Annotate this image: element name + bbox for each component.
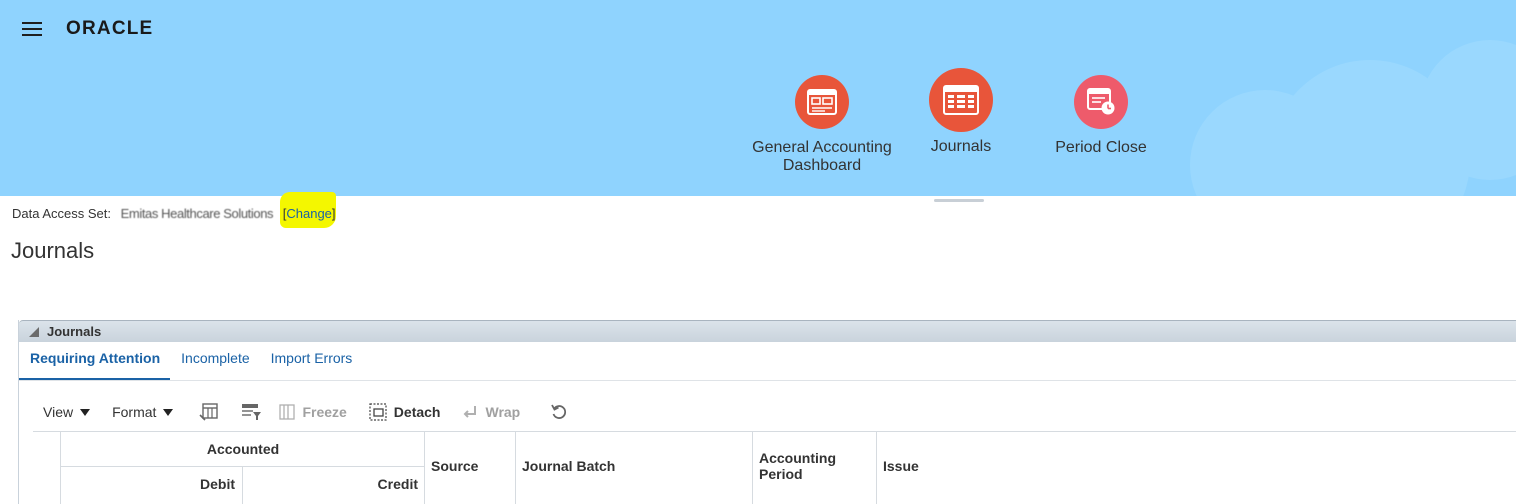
column-header-debit[interactable]: Debit xyxy=(61,476,235,492)
journals-table-header: Accounted Debit Credit Source Journal Ba… xyxy=(33,431,1516,504)
column-chooser-icon[interactable] xyxy=(199,403,219,421)
page-title: Journals xyxy=(11,238,95,263)
refresh-icon[interactable] xyxy=(550,403,568,421)
nav-period-close[interactable]: Period Close xyxy=(1016,75,1186,157)
tab-incomplete[interactable]: Incomplete xyxy=(170,342,259,380)
column-header-credit[interactable]: Credit xyxy=(243,476,418,492)
panel-tabs: Requiring Attention Incomplete Import Er… xyxy=(19,342,1516,381)
change-text: [Change] xyxy=(282,206,336,221)
collapse-triangle-icon[interactable] xyxy=(29,326,39,337)
change-link[interactable]: Change xyxy=(286,206,332,221)
wrap-icon xyxy=(464,406,477,418)
panel-header: Journals xyxy=(19,320,1516,342)
detach-button[interactable]: Detach xyxy=(369,403,440,421)
hamburger-menu-icon[interactable] xyxy=(22,21,42,37)
tab-requiring-attention[interactable]: Requiring Attention xyxy=(19,342,171,380)
table-toolbar: View Format Freeze Detach Wrap xyxy=(43,400,590,424)
panel-title: Journals xyxy=(47,324,102,339)
period-close-icon xyxy=(1074,75,1128,129)
detach-icon xyxy=(369,403,387,421)
oracle-logo: ORACLE xyxy=(66,18,154,39)
column-header-accounted[interactable]: Accounted xyxy=(61,441,425,457)
carousel-indicator[interactable] xyxy=(934,199,984,202)
tab-import-errors[interactable]: Import Errors xyxy=(260,342,363,380)
journals-panel: Journals Requiring Attention Incomplete … xyxy=(18,320,1516,504)
accounting-period-column[interactable]: Accounting Period xyxy=(753,432,877,504)
query-by-example-icon[interactable] xyxy=(241,403,263,421)
nav-label: Period Close xyxy=(1055,139,1147,156)
freeze-button[interactable]: Freeze xyxy=(279,404,347,420)
data-access-label: Data Access Set: xyxy=(12,206,111,221)
data-access-value: Emitas Healthcare Solutions xyxy=(120,206,274,221)
accounted-column-group: Accounted Debit Credit xyxy=(61,432,425,504)
freeze-icon xyxy=(279,404,296,420)
dashboard-icon xyxy=(795,75,849,129)
format-menu[interactable]: Format xyxy=(112,404,174,420)
change-wrap: [Change] xyxy=(279,192,336,228)
view-menu[interactable]: View xyxy=(43,404,91,420)
source-column[interactable]: Source xyxy=(425,432,516,504)
data-access-set: Data Access Set: Emitas Healthcare Solut… xyxy=(12,192,336,228)
row-selector-column xyxy=(33,432,61,504)
header-banner: ORACLE General Accounting Dashboard Jour… xyxy=(0,0,1516,196)
caret-down-icon xyxy=(80,408,91,416)
journal-batch-column[interactable]: Journal Batch xyxy=(516,432,753,504)
wrap-button[interactable]: Wrap xyxy=(462,404,520,420)
journals-table-icon xyxy=(929,68,993,132)
issue-column[interactable]: Issue xyxy=(877,432,1516,504)
caret-down-icon xyxy=(163,408,174,416)
